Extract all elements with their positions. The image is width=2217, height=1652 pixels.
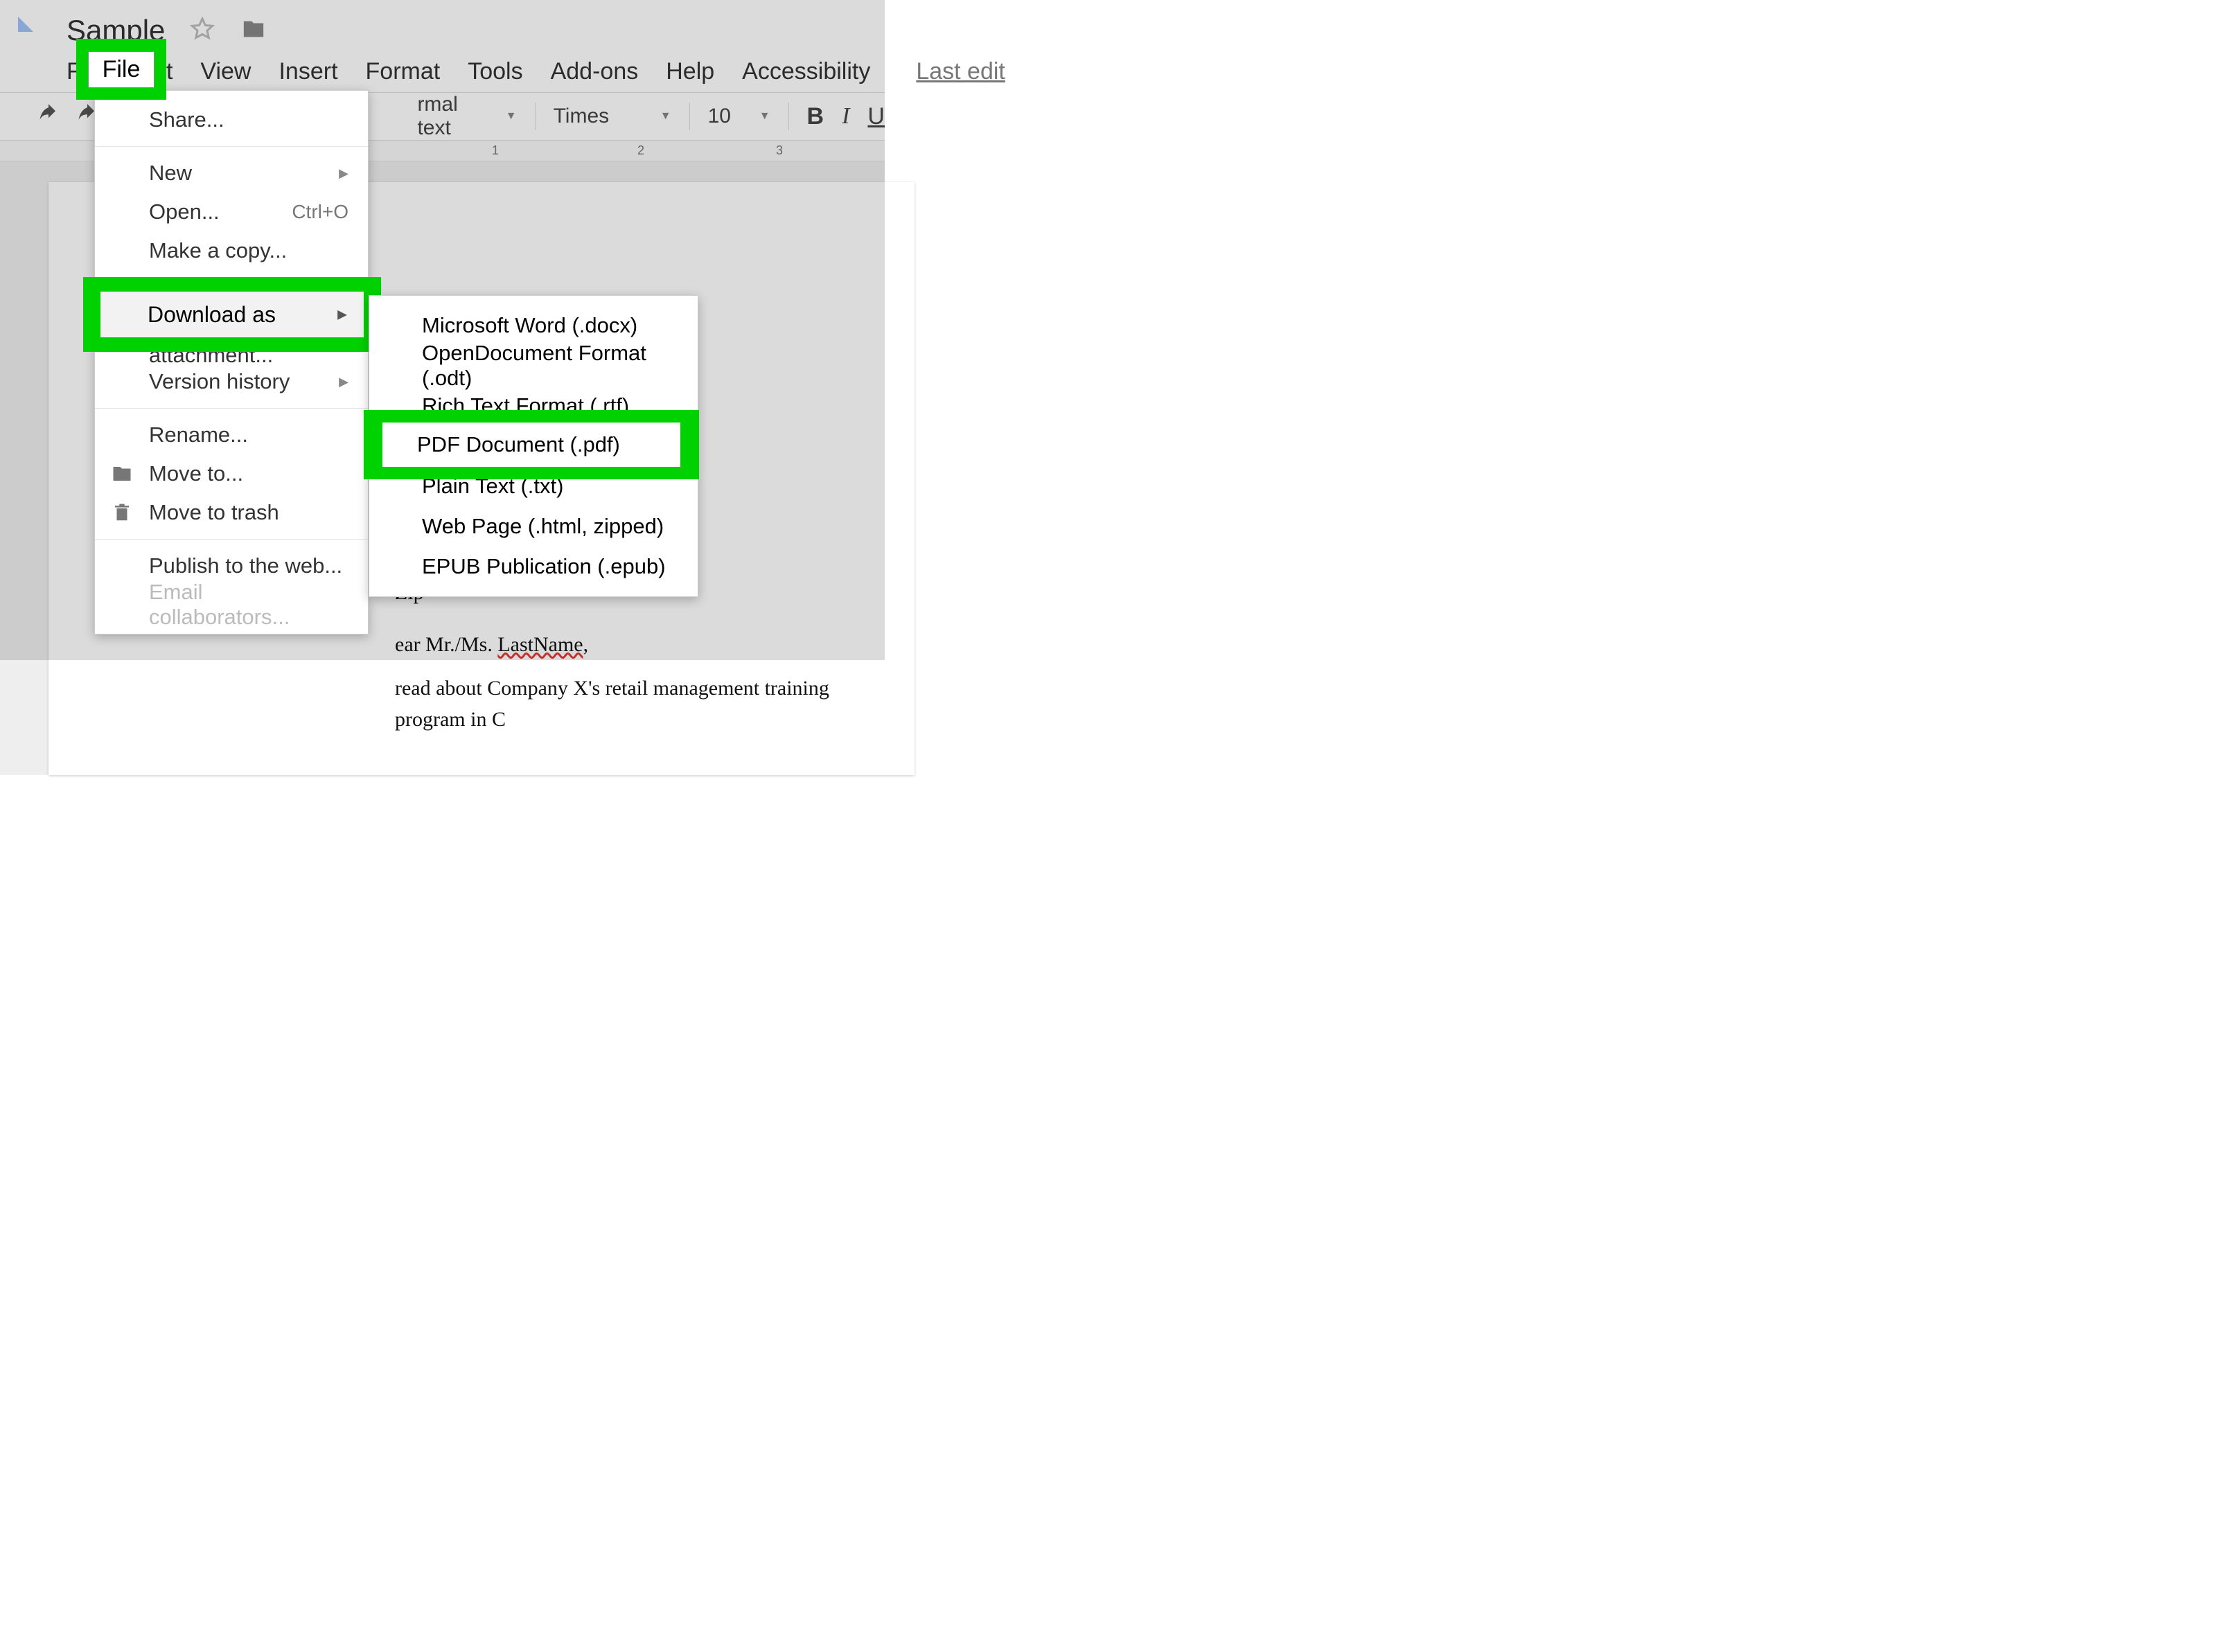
menu-item-version-history[interactable]: Version history▶: [95, 362, 368, 401]
star-icon[interactable]: [190, 17, 215, 45]
trash-icon: [110, 501, 134, 524]
menu-item-download-as-highlighted[interactable]: Download as: [148, 302, 276, 328]
folder-icon: [110, 462, 134, 486]
submenu-item-html[interactable]: Web Page (.html, zipped): [369, 506, 698, 547]
menu-file-highlighted[interactable]: File: [103, 56, 141, 82]
ruler-tick: 3: [776, 143, 783, 158]
menu-tools[interactable]: Tools: [468, 58, 522, 85]
body-text: ear Mr./Ms.: [395, 633, 497, 656]
menu-item-make-copy[interactable]: Make a copy...: [95, 231, 368, 270]
annotation-highlight-pdf: PDF Document (.pdf): [364, 410, 699, 479]
last-edit-link[interactable]: Last edit: [916, 58, 1005, 85]
annotation-highlight-file: File: [76, 39, 166, 100]
menu-addons[interactable]: Add-ons: [551, 58, 639, 85]
menu-help[interactable]: Help: [666, 58, 714, 85]
font-dropdown[interactable]: Times ▼: [554, 105, 671, 128]
menu-item-open[interactable]: Open...Ctrl+O: [95, 193, 368, 231]
menu-view[interactable]: View: [200, 58, 251, 85]
menu-item-email-collaborators: Email collaborators...: [95, 585, 368, 624]
ruler-tick: 2: [637, 143, 644, 158]
submenu-item-epub[interactable]: EPUB Publication (.epub): [369, 547, 698, 587]
body-text: read about Company X's retail management…: [395, 677, 829, 731]
menu-bar: File Edit View Insert Format Tools Add-o…: [67, 58, 1005, 85]
menu-item-move-to[interactable]: Move to...: [95, 454, 368, 493]
body-text: ,: [583, 633, 589, 656]
submenu-item-docx[interactable]: Microsoft Word (.docx): [369, 305, 698, 346]
undo-icon[interactable]: [38, 103, 59, 130]
paragraph-style-label: rmal text: [417, 93, 494, 140]
submenu-item-odt[interactable]: OpenDocument Format (.odt): [369, 346, 698, 386]
folder-icon[interactable]: [240, 17, 267, 44]
paragraph-style-dropdown[interactable]: rmal text ▼: [417, 93, 516, 140]
bold-button[interactable]: B: [807, 103, 824, 130]
menu-item-new[interactable]: New▶: [95, 154, 368, 193]
ruler-tick: 1: [492, 143, 499, 158]
menu-item-move-to-trash[interactable]: Move to trash: [95, 493, 368, 532]
annotation-highlight-download: Download as ▶: [83, 277, 381, 352]
italic-button[interactable]: I: [842, 103, 849, 130]
menu-item-rename[interactable]: Rename...: [95, 416, 368, 454]
menu-format[interactable]: Format: [366, 58, 441, 85]
menu-item-share[interactable]: Share...: [95, 100, 368, 139]
submenu-item-pdf-highlighted[interactable]: PDF Document (.pdf): [417, 432, 620, 457]
menu-accessibility[interactable]: Accessibility: [742, 58, 870, 85]
menu-insert[interactable]: Insert: [279, 58, 337, 85]
underline-button[interactable]: U: [867, 103, 885, 130]
font-label: Times: [554, 105, 610, 128]
file-menu: Share... New▶ Open...Ctrl+O Make a copy.…: [94, 90, 369, 634]
font-size-dropdown[interactable]: 10 ▼: [708, 105, 770, 128]
font-size-label: 10: [708, 105, 731, 128]
body-text: LastName: [497, 633, 583, 656]
